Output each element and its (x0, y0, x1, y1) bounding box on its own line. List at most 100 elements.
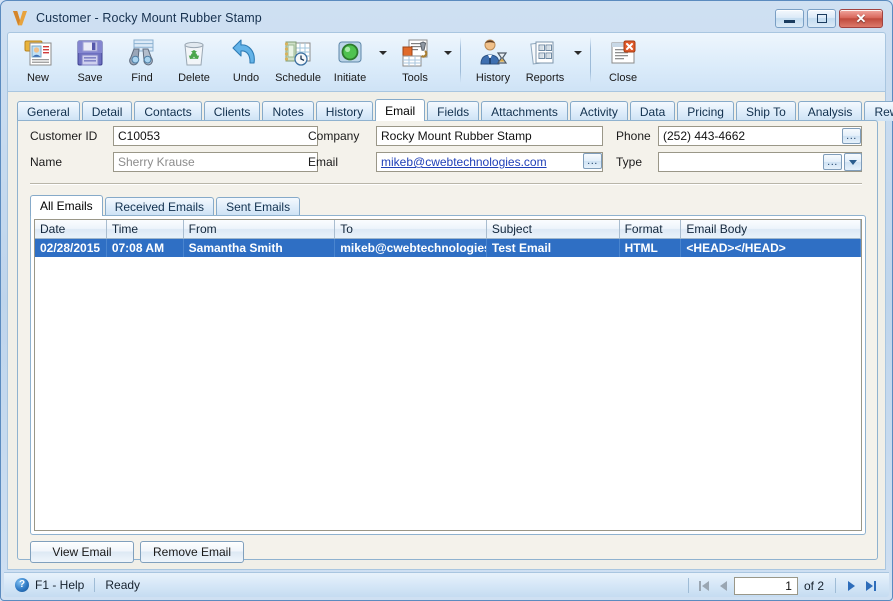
phone-input[interactable]: (252) 443-4662 (658, 126, 862, 146)
minimize-button[interactable] (775, 8, 804, 28)
column-header-email-body[interactable]: Email Body (681, 220, 861, 238)
chevron-down-icon (573, 51, 582, 55)
tab-label: General (27, 104, 70, 119)
toolbar-button-tools[interactable]: Tools (389, 33, 441, 89)
column-header-subject[interactable]: Subject (487, 220, 620, 238)
phone-value: (252) 443-4662 (663, 129, 746, 143)
email-tab-page: Customer ID C10053 Name Sherry Krause Co… (17, 120, 878, 563)
tab-clients[interactable]: Clients (203, 101, 261, 121)
title-bar: Customer - Rocky Mount Rubber Stamp ✕ (4, 4, 889, 32)
view-email-button[interactable]: View Email (30, 541, 134, 563)
chevron-down-icon (378, 51, 387, 55)
help-label[interactable]: F1 - Help (35, 578, 84, 592)
tab-ship-to[interactable]: Ship To (735, 101, 796, 121)
email-label: Email (308, 155, 339, 169)
tab-pricing[interactable]: Pricing (677, 101, 734, 121)
remove-email-button[interactable]: Remove Email (140, 541, 244, 563)
next-record-button[interactable] (841, 577, 861, 595)
toolbar-label-history: History (475, 72, 511, 84)
subtab-label: All Emails (40, 199, 93, 213)
cell-date: 02/28/2015 (35, 239, 107, 257)
toolbar-button-new[interactable]: New (12, 33, 64, 89)
page-total-label: of 2 (803, 578, 824, 593)
table-row[interactable]: 02/28/2015 07:08 AM Samantha Smith mikeb… (35, 239, 861, 257)
name-input[interactable]: Sherry Krause (113, 152, 318, 172)
close-button[interactable]: ✕ (839, 8, 883, 28)
toolbar-button-schedule[interactable]: Schedule (272, 33, 324, 89)
tab-attachments[interactable]: Attachments (481, 101, 568, 121)
tab-activity[interactable]: Activity (569, 101, 628, 121)
save-disk-icon (74, 37, 106, 69)
ellipsis-icon: ... (587, 155, 598, 167)
tab-general[interactable]: General (17, 101, 80, 121)
recycle-bin-icon (178, 37, 210, 69)
column-header-time[interactable]: Time (107, 220, 184, 238)
main-tab-strip: General Detail Contacts Clients Notes Hi… (17, 99, 893, 121)
grid-header-row: Date Time From To Subject Format Email B… (35, 220, 861, 239)
toolbar-dropdown-tools[interactable] (441, 33, 454, 89)
email-grid[interactable]: Date Time From To Subject Format Email B… (34, 219, 862, 531)
customer-header-form: Customer ID C10053 Name Sherry Krause Co… (18, 121, 877, 184)
toolbar-dropdown-initiate[interactable] (376, 33, 389, 89)
last-record-button[interactable] (861, 577, 881, 595)
tab-label: Email (385, 103, 416, 118)
toolbar-button-history[interactable]: History (467, 33, 519, 89)
first-record-button[interactable] (694, 577, 714, 595)
tab-fields[interactable]: Fields (427, 101, 480, 121)
page-number-input[interactable]: 1 (733, 576, 798, 595)
toolbar-button-reports[interactable]: Reports (519, 33, 571, 89)
email-ellipsis-button[interactable]: ... (583, 153, 602, 169)
type-label: Type (616, 155, 643, 169)
tab-rewards[interactable]: Rewards (864, 101, 893, 121)
tab-email[interactable]: Email (375, 99, 426, 121)
type-dropdown-button[interactable] (844, 153, 862, 171)
tab-label: Data (639, 104, 666, 119)
toolbar-button-find[interactable]: Find (116, 33, 168, 89)
toolbar-button-close[interactable]: Close (597, 33, 649, 89)
maximize-button[interactable] (807, 8, 836, 28)
new-record-icon (22, 37, 54, 69)
help-circle-icon[interactable]: ? (15, 578, 29, 592)
column-header-format[interactable]: Format (620, 220, 682, 238)
company-input[interactable]: Rocky Mount Rubber Stamp (376, 126, 603, 146)
column-header-date[interactable]: Date (35, 220, 107, 238)
toolbar-button-undo[interactable]: Undo (220, 33, 272, 89)
subtab-received-emails[interactable]: Received Emails (104, 197, 215, 216)
toolbar-label-tools: Tools (402, 72, 428, 84)
email-value-link[interactable]: mikeb@cwebtechnologies.com (381, 155, 547, 169)
tab-detail[interactable]: Detail (81, 101, 133, 121)
email-input[interactable]: mikeb@cwebtechnologies.com (376, 152, 603, 172)
toolbar-button-save[interactable]: Save (64, 33, 116, 89)
toolbar-button-delete[interactable]: Delete (168, 33, 220, 89)
column-header-to[interactable]: To (335, 220, 487, 238)
green-light-icon (334, 37, 366, 69)
previous-record-button[interactable] (714, 577, 734, 595)
tab-history[interactable]: History (315, 101, 374, 121)
toolbar-button-initiate[interactable]: Initiate (324, 33, 376, 89)
customer-id-input[interactable]: C10053 (113, 126, 318, 146)
phone-label: Phone (616, 129, 651, 143)
status-message: Ready (105, 578, 141, 592)
tab-data[interactable]: Data (629, 101, 676, 121)
company-value: Rocky Mount Rubber Stamp (381, 129, 532, 143)
tab-notes[interactable]: Notes (262, 101, 314, 121)
tab-label: Contacts (144, 104, 192, 119)
toolbar-separator (590, 37, 591, 83)
subtab-sent-emails[interactable]: Sent Emails (216, 197, 301, 216)
window-controls: ✕ (775, 8, 883, 28)
application-window: Customer - Rocky Mount Rubber Stamp ✕ Ne… (0, 0, 893, 601)
tab-label: Clients (213, 104, 251, 119)
subtab-all-emails[interactable]: All Emails (30, 195, 103, 216)
email-grid-panel: Date Time From To Subject Format Email B… (30, 215, 866, 535)
phone-ellipsis-button[interactable]: ... (842, 128, 861, 144)
form-divider (30, 183, 862, 184)
cell-format: HTML (620, 239, 682, 257)
column-header-from[interactable]: From (184, 220, 336, 238)
next-record-icon (847, 580, 855, 591)
toolbar-dropdown-reports[interactable] (571, 33, 584, 89)
undo-arrow-icon (230, 37, 262, 69)
client-area: General Detail Contacts Clients Notes Hi… (7, 92, 893, 570)
type-ellipsis-button[interactable]: ... (823, 154, 842, 170)
tab-analysis[interactable]: Analysis (797, 101, 863, 121)
tab-contacts[interactable]: Contacts (134, 101, 202, 121)
